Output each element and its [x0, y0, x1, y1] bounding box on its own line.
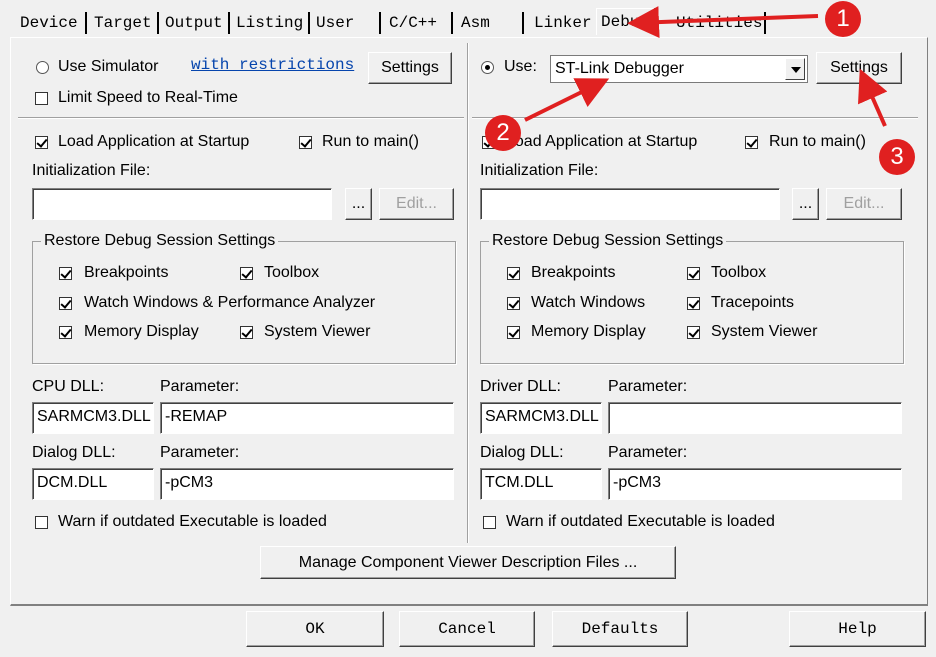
annotation-badge-3: 3 [879, 139, 915, 175]
annotation-badge-1: 1 [825, 1, 861, 37]
arrow-to-settings-button [858, 68, 888, 127]
annotation-badge-2: 2 [485, 115, 521, 151]
arrow-to-debug-tab [627, 6, 819, 39]
arrow-to-debugger-select [524, 78, 610, 122]
annotation-arrows [524, 6, 888, 127]
